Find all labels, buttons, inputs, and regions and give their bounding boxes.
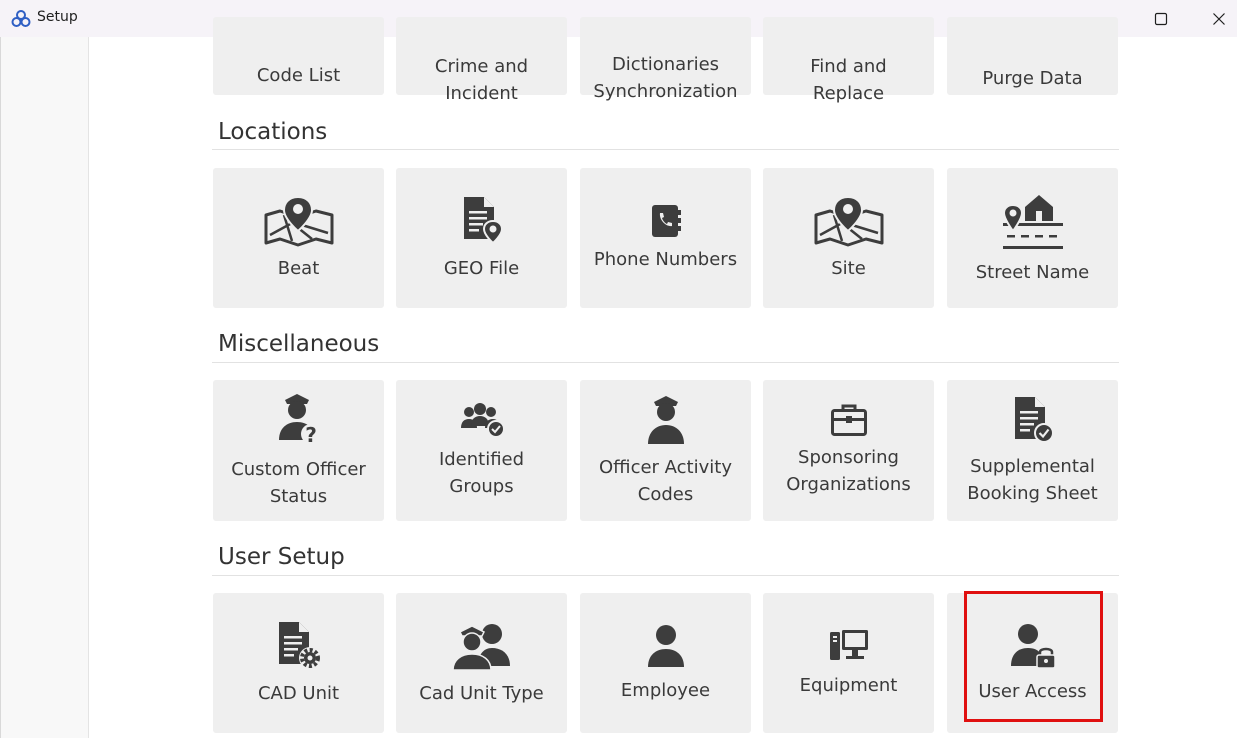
user-lock-icon — [1010, 622, 1056, 670]
tile-cad-unit-type[interactable]: Cad Unit Type — [396, 593, 567, 733]
phone-book-icon — [650, 204, 682, 238]
section-divider — [212, 149, 1119, 150]
tile-label: Dictionaries Synchronization — [593, 54, 738, 102]
tile-label: Sponsoring Organizations — [786, 446, 911, 495]
svg-text:?: ? — [305, 423, 317, 447]
window-title: Setup — [37, 9, 78, 25]
officer-icon — [646, 394, 686, 446]
maximize-button[interactable] — [1132, 0, 1190, 37]
tile-identified-groups[interactable]: Identified Groups — [396, 380, 567, 521]
tile-label: Street Name — [975, 261, 1090, 283]
briefcase-icon — [830, 404, 867, 436]
tile-label: CAD Unit — [257, 682, 340, 704]
tile-equipment[interactable]: Equipment — [763, 593, 934, 733]
tile-label: Cad Unit Type — [419, 682, 544, 704]
tile-label: User Access — [978, 680, 1087, 702]
tile-dictionaries-synchronization[interactable]: Dictionaries Synchronization — [580, 17, 751, 102]
user-icon — [647, 623, 685, 669]
group-check-icon — [459, 402, 505, 438]
officer-users-icon — [451, 620, 512, 672]
close-button[interactable] — [1190, 0, 1237, 37]
tile-geo-file[interactable]: GEO File — [396, 168, 567, 308]
tile-code-list[interactable]: Code List — [213, 17, 384, 95]
tile-custom-officer-status[interactable]: ? Custom Officer Status — [213, 380, 384, 521]
tile-purge-data[interactable]: Purge Data — [947, 17, 1118, 95]
maximize-icon — [1154, 12, 1168, 25]
tile-find-and-replace[interactable]: Find and Replace — [763, 17, 934, 104]
tile-label: Crime and Incident — [434, 56, 529, 104]
tile-label: GEO File — [443, 257, 520, 279]
document-location-icon — [460, 195, 504, 247]
tile-site[interactable]: Site — [763, 168, 934, 308]
map-pin-icon — [262, 195, 336, 247]
close-icon — [1213, 12, 1225, 25]
tile-label: Site — [831, 257, 866, 279]
tile-label: Employee — [620, 679, 711, 701]
tile-label: Equipment — [799, 674, 898, 696]
document-gear-icon — [275, 620, 323, 672]
tile-label: Find and Replace — [810, 56, 887, 104]
tile-street-name[interactable]: Street Name — [947, 168, 1118, 308]
app-logo-icon — [11, 10, 31, 27]
section-title-locations: Locations — [218, 119, 328, 145]
section-divider — [212, 362, 1119, 363]
street-location-icon — [1001, 191, 1065, 251]
tile-label: Phone Numbers — [593, 248, 738, 270]
left-panel — [0, 37, 89, 738]
tile-label: Officer Activity Codes — [599, 456, 732, 505]
tile-employee[interactable]: Employee — [580, 593, 751, 733]
tile-label: Purge Data — [982, 67, 1083, 89]
tile-label: Supplemental Booking Sheet — [967, 455, 1098, 504]
tile-phone-numbers[interactable]: Phone Numbers — [580, 168, 751, 308]
tile-label: Custom Officer Status — [231, 458, 366, 507]
tile-beat[interactable]: Beat — [213, 168, 384, 308]
tile-officer-activity-codes[interactable]: Officer Activity Codes — [580, 380, 751, 521]
tile-label: Identified Groups — [438, 448, 525, 497]
map-pin-icon — [812, 195, 886, 247]
tile-cad-unit[interactable]: CAD Unit — [213, 593, 384, 733]
tile-label: Beat — [277, 257, 320, 279]
document-check-icon — [1011, 395, 1055, 445]
tile-label: Code List — [256, 64, 341, 86]
tile-user-access[interactable]: User Access — [947, 593, 1118, 733]
tile-sponsoring-organizations[interactable]: Sponsoring Organizations — [763, 380, 934, 521]
tile-supplemental-booking-sheet[interactable]: Supplemental Booking Sheet — [947, 380, 1118, 521]
section-title-user-setup: User Setup — [218, 544, 345, 570]
officer-question-icon: ? — [277, 392, 321, 448]
computer-icon — [828, 628, 870, 664]
section-divider — [212, 575, 1119, 576]
tile-crime-and-incident[interactable]: Crime and Incident — [396, 17, 567, 104]
section-title-miscellaneous: Miscellaneous — [218, 331, 380, 357]
